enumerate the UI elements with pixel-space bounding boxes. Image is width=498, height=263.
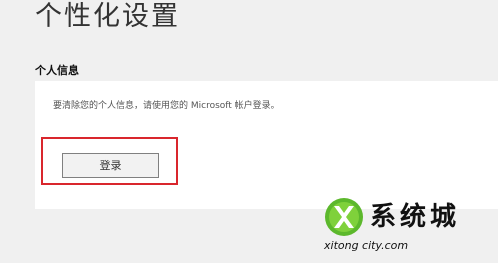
section-heading-personal-info: 个人信息 [35, 64, 79, 77]
watermark-brand-url: xitong city.com [324, 239, 409, 252]
green-x-logo-icon [325, 198, 363, 236]
page-title: 个性化设置 [35, 1, 180, 32]
personal-info-description: 要清除您的个人信息，请使用您的 Microsoft 帐户登录。 [53, 101, 280, 111]
watermark-brand-cn: 系统城 [370, 202, 461, 232]
login-button[interactable]: 登录 [62, 153, 159, 178]
watermark: 系统城 xitong city.com [322, 195, 492, 259]
personal-info-card: 要清除您的个人信息，请使用您的 Microsoft 帐户登录。 登录 [35, 81, 498, 209]
